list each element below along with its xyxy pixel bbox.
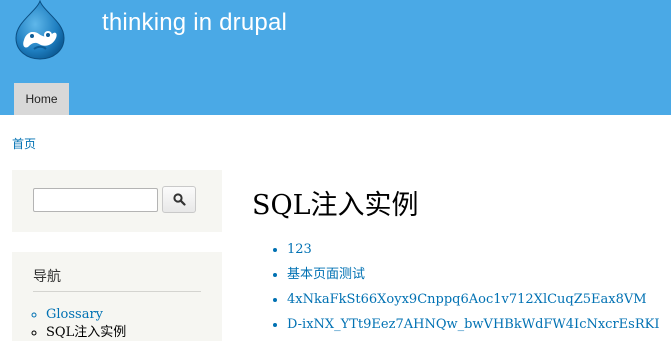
navigation-list: Glossary SQL注入实例 bbox=[46, 306, 126, 341]
site-name[interactable]: thinking in drupal bbox=[102, 9, 287, 37]
breadcrumb: 首页 bbox=[12, 135, 36, 152]
drupal-logo-icon[interactable] bbox=[10, 0, 70, 60]
nav-item-sql-injection[interactable]: SQL注入实例 bbox=[46, 324, 126, 341]
navigation-title: 导航 bbox=[33, 269, 61, 285]
search-icon bbox=[172, 193, 186, 206]
content-list: 123 基本页面测试 4xNkaFkSt66Xoyx9Cnppq6Aoc1v71… bbox=[287, 240, 659, 340]
content-link-item[interactable]: 4xNkaFkSt66Xoyx9Cnppq6Aoc1v712XlCuqZ5Eax… bbox=[287, 290, 659, 315]
navigation-divider bbox=[33, 291, 201, 292]
search-button[interactable] bbox=[162, 186, 196, 213]
search-block bbox=[12, 170, 222, 232]
content-link-item[interactable]: 123 bbox=[287, 240, 659, 265]
content-link-item[interactable]: 基本页面测试 bbox=[287, 265, 659, 290]
navigation-block: 导航 Glossary SQL注入实例 bbox=[12, 252, 222, 341]
search-input[interactable] bbox=[33, 188, 158, 212]
content-link-item[interactable]: D-ixNX_YTt9Eez7AHNQw_bwVHBkWdFW4IcNxcrEs… bbox=[287, 315, 659, 340]
breadcrumb-home-link[interactable]: 首页 bbox=[12, 137, 36, 151]
site-header: thinking in drupal Home bbox=[0, 0, 671, 115]
page-title: SQL注入实例 bbox=[252, 190, 419, 221]
nav-item-glossary[interactable]: Glossary bbox=[46, 306, 126, 324]
tab-home[interactable]: Home bbox=[14, 83, 69, 115]
